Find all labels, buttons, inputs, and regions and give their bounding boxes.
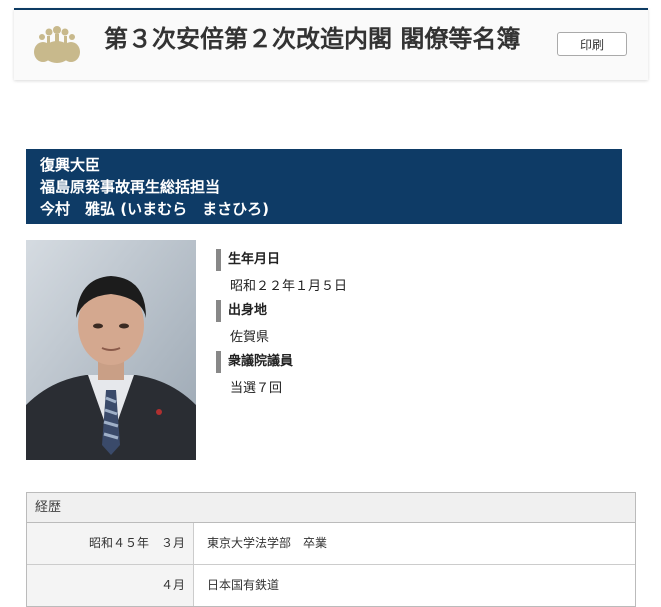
page-title: 第３次安倍第２次改造内閣 閣僚等名簿 bbox=[104, 25, 521, 53]
profile-info: 生年月日 昭和２２年１月５日 出身地 佐賀県 衆議院議員 当選７回 bbox=[216, 249, 516, 402]
profile-birthdate: 生年月日 昭和２２年１月５日 bbox=[216, 249, 516, 300]
career-table-heading: 経歴 bbox=[27, 493, 635, 523]
page-header: 第３次安倍第２次改造内閣 閣僚等名簿 印刷 bbox=[14, 8, 648, 80]
career-date: ４月 bbox=[27, 565, 194, 606]
profile-label: 生年月日 bbox=[216, 249, 516, 271]
print-button[interactable]: 印刷 bbox=[557, 32, 627, 56]
career-table: 経歴 昭和４５年 ３月 東京大学法学部 卒業 ４月 日本国有鉄道 bbox=[26, 492, 636, 607]
profile-label: 出身地 bbox=[216, 300, 516, 322]
career-description: 東京大学法学部 卒業 bbox=[207, 536, 328, 550]
profile-value: 佐賀県 bbox=[230, 330, 270, 345]
portrait-image bbox=[26, 240, 196, 460]
career-date: 昭和４５年 ３月 bbox=[27, 523, 194, 564]
minister-name: 今村 雅弘 (いまむら まさひろ) bbox=[40, 200, 269, 218]
table-row: 昭和４５年 ３月 東京大学法学部 卒業 bbox=[27, 523, 635, 565]
paulownia-crest-icon bbox=[34, 26, 80, 63]
table-row: ４月 日本国有鉄道 bbox=[27, 565, 635, 606]
career-description: 日本国有鉄道 bbox=[207, 578, 280, 592]
minister-portrait bbox=[26, 240, 196, 460]
profile-value: 当選７回 bbox=[230, 381, 283, 396]
minister-title-bar: 復興大臣 福島原発事故再生総括担当 今村 雅弘 (いまむら まさひろ) bbox=[26, 149, 622, 224]
profile-elections: 衆議院議員 当選７回 bbox=[216, 351, 516, 402]
profile-birthplace: 出身地 佐賀県 bbox=[216, 300, 516, 351]
minister-post-1: 復興大臣 bbox=[40, 156, 101, 174]
profile-value: 昭和２２年１月５日 bbox=[230, 279, 348, 294]
profile-label: 衆議院議員 bbox=[216, 351, 516, 373]
minister-post-2: 福島原発事故再生総括担当 bbox=[40, 178, 221, 196]
